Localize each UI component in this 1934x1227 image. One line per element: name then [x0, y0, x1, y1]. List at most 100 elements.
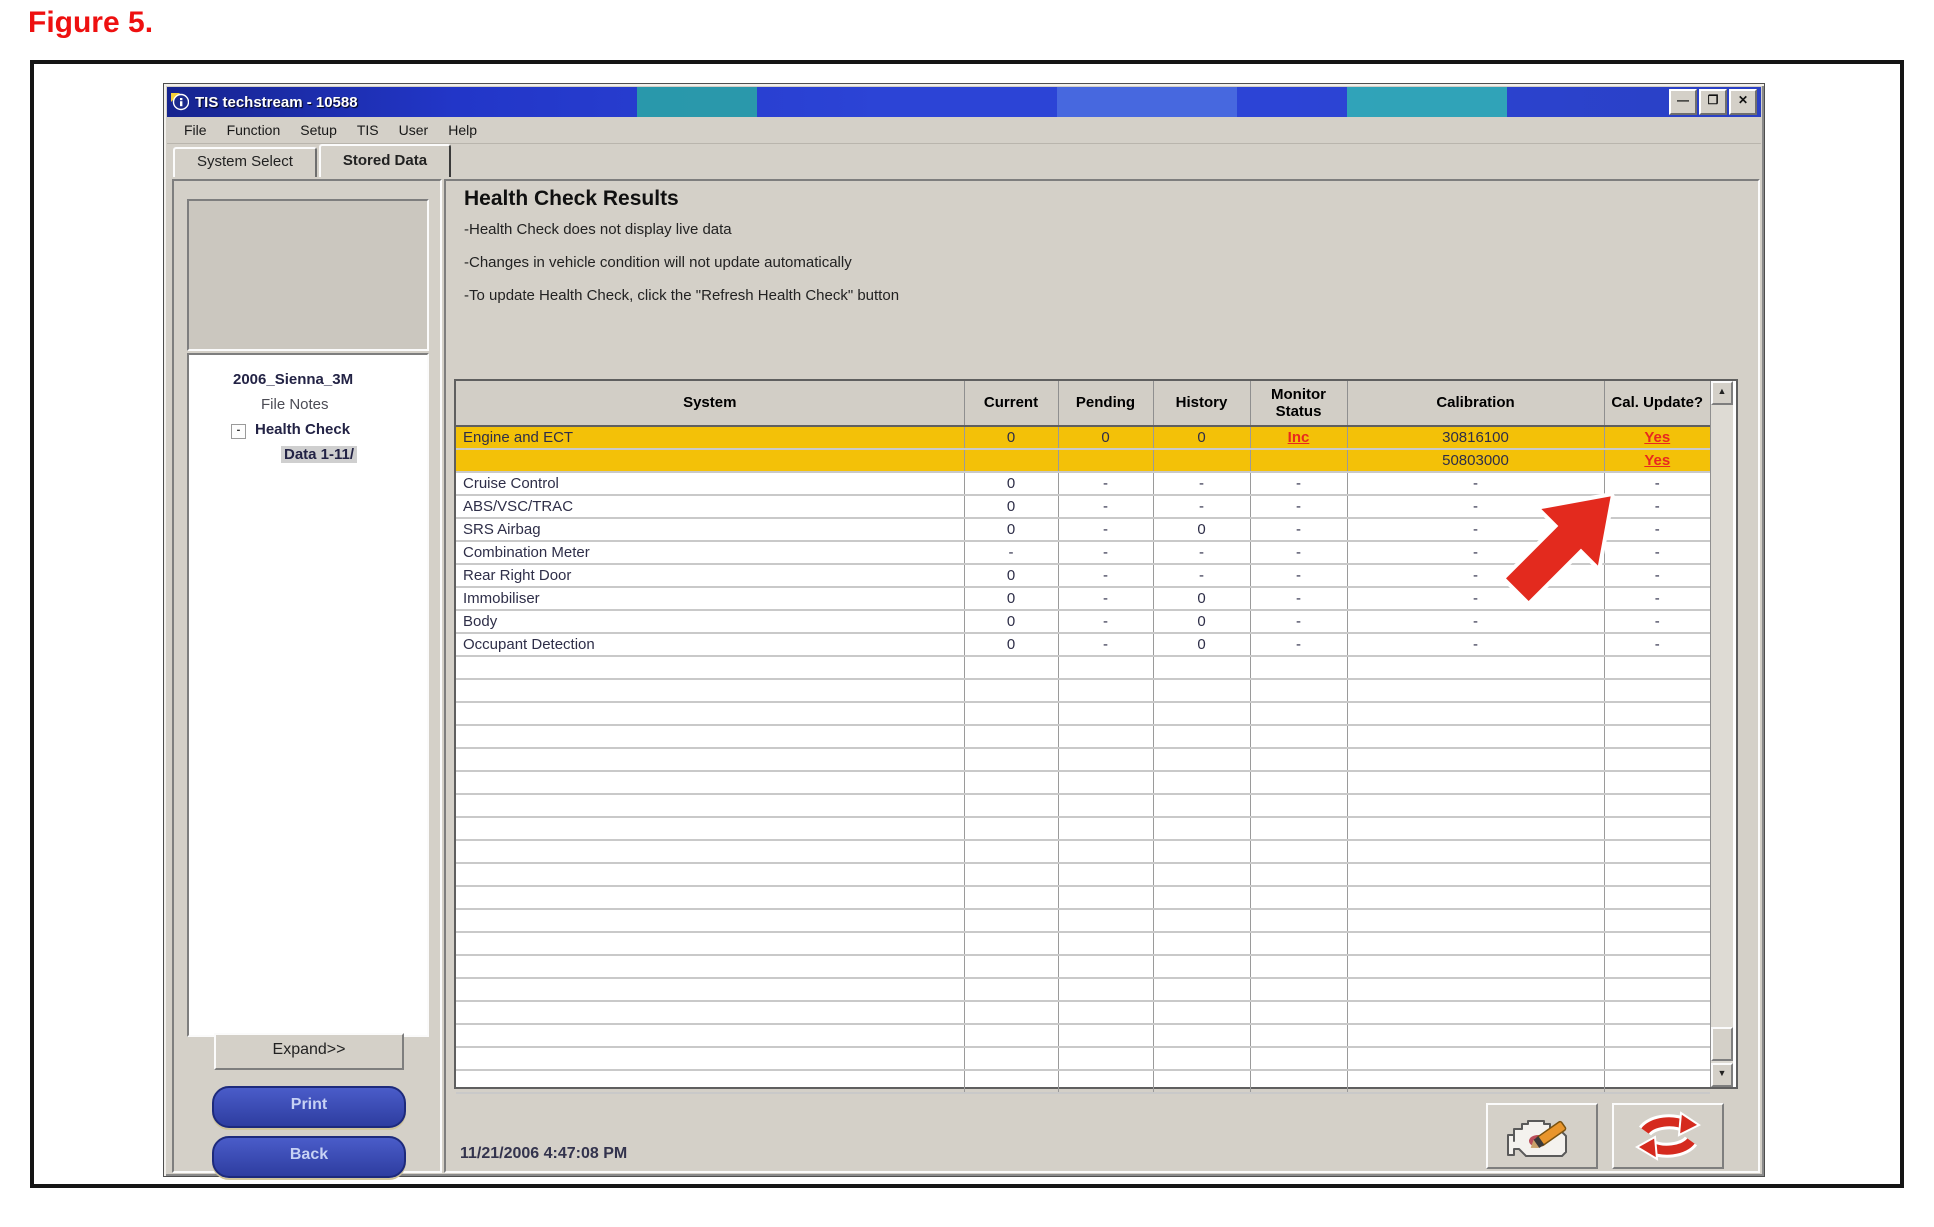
maximize-icon[interactable]: ❐ [1699, 89, 1727, 115]
empty-cell [1604, 748, 1710, 771]
sidebar-preview-box [187, 199, 429, 351]
tree-item-file-notes[interactable]: File Notes [261, 392, 427, 417]
empty-cell [1604, 932, 1710, 955]
empty-cell [1604, 863, 1710, 886]
empty-cell [1347, 1024, 1604, 1047]
empty-cell [964, 909, 1058, 932]
tree-item-data-1-11-[interactable]: Data 1-11/ [281, 442, 427, 467]
column-monitor-status[interactable]: Monitor Status [1250, 381, 1347, 426]
empty-table-row [456, 955, 1710, 978]
cell-pending: - [1058, 587, 1153, 610]
column-system[interactable]: System [456, 381, 964, 426]
empty-cell [1153, 1024, 1250, 1047]
cell-monitor: - [1250, 633, 1347, 656]
empty-cell [1153, 656, 1250, 679]
cell-history: 0 [1153, 610, 1250, 633]
monitor-status-inc-link[interactable]: Inc [1288, 429, 1310, 446]
cell-pending: - [1058, 541, 1153, 564]
table-row[interactable]: Rear Right Door0----- [456, 564, 1710, 587]
empty-cell [1250, 978, 1347, 1001]
empty-cell [1347, 863, 1604, 886]
table-row[interactable]: Combination Meter------ [456, 541, 1710, 564]
column-current[interactable]: Current [964, 381, 1058, 426]
empty-cell [456, 840, 964, 863]
cell-current: 0 [964, 426, 1058, 449]
collapse-icon[interactable]: - [231, 424, 246, 439]
cell-calibration: - [1347, 495, 1604, 518]
column-history[interactable]: History [1153, 381, 1250, 426]
refresh-health-check-button[interactable] [1612, 1103, 1724, 1169]
cell-history [1153, 449, 1250, 472]
cell-current: 0 [964, 518, 1058, 541]
menu-file[interactable]: File [175, 119, 216, 141]
cell-pending: - [1058, 610, 1153, 633]
empty-cell [1058, 702, 1153, 725]
empty-cell [1250, 817, 1347, 840]
table-row[interactable]: Body0-0--- [456, 610, 1710, 633]
menu-user[interactable]: User [390, 119, 438, 141]
table-row[interactable]: SRS Airbag0-0--- [456, 518, 1710, 541]
menu-help[interactable]: Help [439, 119, 486, 141]
note-refresh: -To update Health Check, click the "Refr… [464, 287, 899, 304]
empty-table-row [456, 771, 1710, 794]
cal-update-yes-link[interactable]: Yes [1644, 429, 1670, 446]
cell-current: 0 [964, 633, 1058, 656]
empty-cell [456, 1001, 964, 1024]
table-row[interactable]: Immobiliser0-0--- [456, 587, 1710, 610]
customize-health-check-button[interactable] [1486, 1103, 1598, 1169]
column-cal-update[interactable]: Cal. Update? [1604, 381, 1710, 426]
scrollbar-thumb[interactable] [1711, 1027, 1733, 1061]
empty-cell [1058, 955, 1153, 978]
scrollbar-track[interactable] [1711, 405, 1733, 1063]
cell-system [456, 449, 964, 472]
window-title: TIS techstream - 10588 [195, 94, 358, 111]
menu-setup[interactable]: Setup [291, 119, 346, 141]
tab-system-select[interactable]: System Select [173, 147, 317, 177]
cell-pending: - [1058, 564, 1153, 587]
cal-update-yes-link[interactable]: Yes [1644, 452, 1670, 469]
empty-cell [1347, 978, 1604, 1001]
engine-icon [1500, 1111, 1584, 1161]
table-scrollbar[interactable]: ▲ ▼ [1710, 381, 1733, 1087]
titlebar-decoration [1347, 87, 1507, 117]
empty-table-row [456, 932, 1710, 955]
empty-cell [964, 886, 1058, 909]
column-pending[interactable]: Pending [1058, 381, 1153, 426]
empty-cell [1347, 725, 1604, 748]
results-panel: Health Check Results -Health Check does … [444, 179, 1760, 1173]
back-button[interactable]: Back [212, 1136, 406, 1178]
tree-item-label: Health Check [255, 421, 350, 438]
print-button[interactable]: Print [212, 1086, 406, 1128]
empty-cell [1604, 886, 1710, 909]
empty-cell [1604, 909, 1710, 932]
column-calibration[interactable]: Calibration [1347, 381, 1604, 426]
expand-button[interactable]: Expand>> [214, 1033, 404, 1070]
empty-cell [1347, 840, 1604, 863]
empty-cell [1347, 702, 1604, 725]
empty-cell [964, 840, 1058, 863]
scroll-down-icon[interactable]: ▼ [1711, 1063, 1733, 1087]
menu-tis[interactable]: TIS [348, 119, 388, 141]
tree-item-health-check[interactable]: -Health Check [231, 417, 427, 442]
empty-cell [1153, 955, 1250, 978]
table-row[interactable]: Occupant Detection0-0--- [456, 633, 1710, 656]
cell-history: - [1153, 564, 1250, 587]
close-icon[interactable]: ✕ [1729, 89, 1757, 115]
minimize-icon[interactable]: — [1669, 89, 1697, 115]
table-row[interactable]: Engine and ECT000Inc30816100Yes [456, 426, 1710, 449]
empty-cell [1058, 1001, 1153, 1024]
tree-item-2006-sienna-3m[interactable]: 2006_Sienna_3M [233, 367, 427, 392]
table-row[interactable]: Cruise Control0----- [456, 472, 1710, 495]
table-row[interactable]: ABS/VSC/TRAC0----- [456, 495, 1710, 518]
menu-function[interactable]: Function [218, 119, 290, 141]
empty-cell [1604, 679, 1710, 702]
cell-calibration: - [1347, 472, 1604, 495]
note-auto-update: -Changes in vehicle condition will not u… [464, 254, 852, 271]
cell-calibration: 30816100 [1347, 426, 1604, 449]
tab-stored-data[interactable]: Stored Data [319, 144, 451, 177]
scroll-up-icon[interactable]: ▲ [1711, 381, 1733, 405]
empty-cell [456, 725, 964, 748]
table-row[interactable]: 50803000Yes [456, 449, 1710, 472]
titlebar-decoration [637, 87, 757, 117]
titlebar[interactable]: TIS techstream - 10588 — ❐ ✕ [167, 87, 1761, 117]
